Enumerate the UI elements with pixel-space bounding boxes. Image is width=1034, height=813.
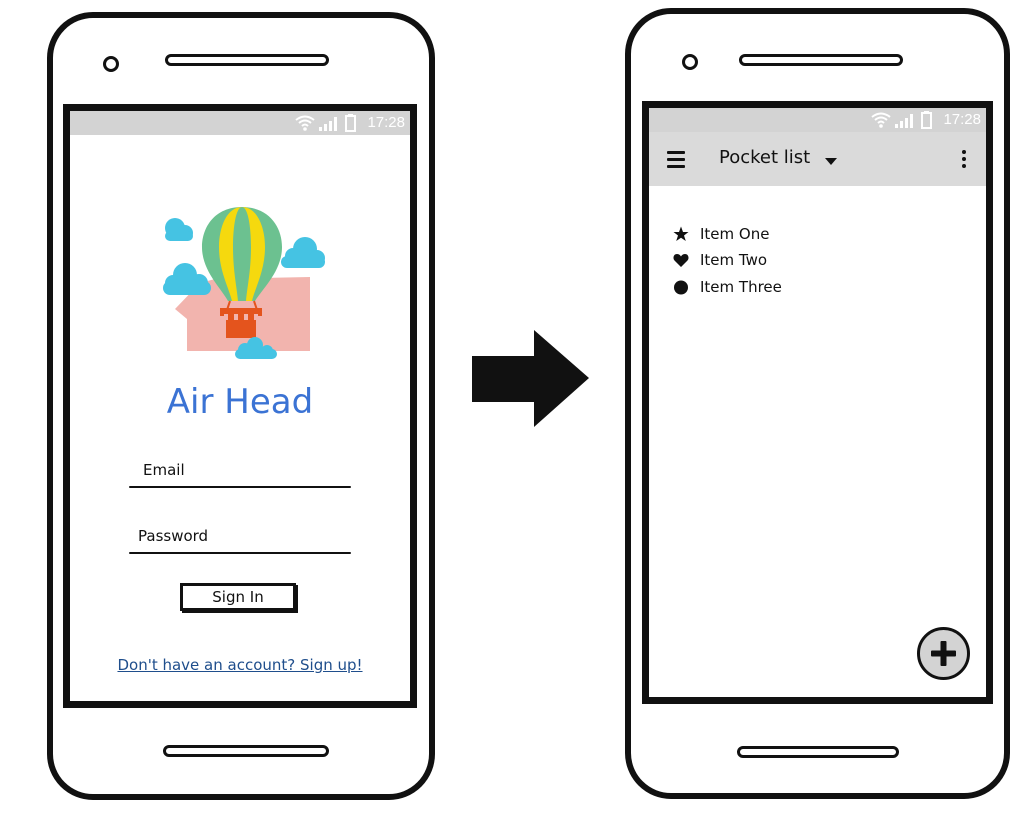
signal-icon [319, 117, 337, 131]
app-title: Air Head [166, 382, 314, 422]
status-bar: 17:28 [649, 108, 986, 132]
pocket-list-screen: 17:28 Pocket list Item One Item Two Item… [642, 101, 993, 704]
chevron-down-icon[interactable] [825, 158, 837, 165]
star-icon [673, 226, 689, 241]
circle-icon [674, 280, 688, 295]
speaker-grille [165, 54, 329, 66]
list-item-label: Item One [700, 225, 770, 243]
heart-icon [673, 254, 689, 267]
wifi-icon [871, 112, 891, 124]
status-icons [871, 111, 932, 129]
status-bar: 17:28 [70, 111, 410, 135]
status-icons [295, 114, 356, 132]
camera-icon [682, 54, 698, 70]
toolbar-title[interactable]: Pocket list [719, 147, 810, 168]
login-screen: 17:28 Air Head Email Password Sign In Do… [63, 104, 417, 708]
password-field[interactable] [129, 552, 351, 554]
sign-in-button[interactable]: Sign In [180, 583, 296, 611]
wifi-icon [295, 115, 315, 127]
right-arrow-icon [472, 330, 589, 427]
status-time: 17:28 [367, 114, 405, 131]
signal-icon [895, 114, 913, 128]
status-time: 17:28 [943, 111, 981, 128]
list-item-label: Item Two [700, 251, 768, 269]
menu-icon[interactable] [667, 151, 685, 172]
list-item-label: Item Three [700, 278, 782, 296]
add-item-button[interactable] [917, 627, 970, 680]
home-bar [163, 745, 329, 757]
camera-icon [103, 56, 119, 72]
password-field-label: Password [138, 527, 209, 545]
battery-icon [921, 112, 932, 129]
email-field[interactable] [129, 486, 351, 488]
speaker-grille [739, 54, 903, 66]
email-field-label: Email [143, 461, 185, 479]
more-options-icon[interactable] [962, 150, 966, 171]
battery-icon [345, 115, 356, 132]
home-bar [737, 746, 899, 758]
air-head-logo-image [163, 207, 325, 359]
app-toolbar: Pocket list [649, 132, 986, 186]
plus-icon [931, 641, 956, 666]
sign-up-link[interactable]: Don't have an account? Sign up! [70, 656, 410, 674]
